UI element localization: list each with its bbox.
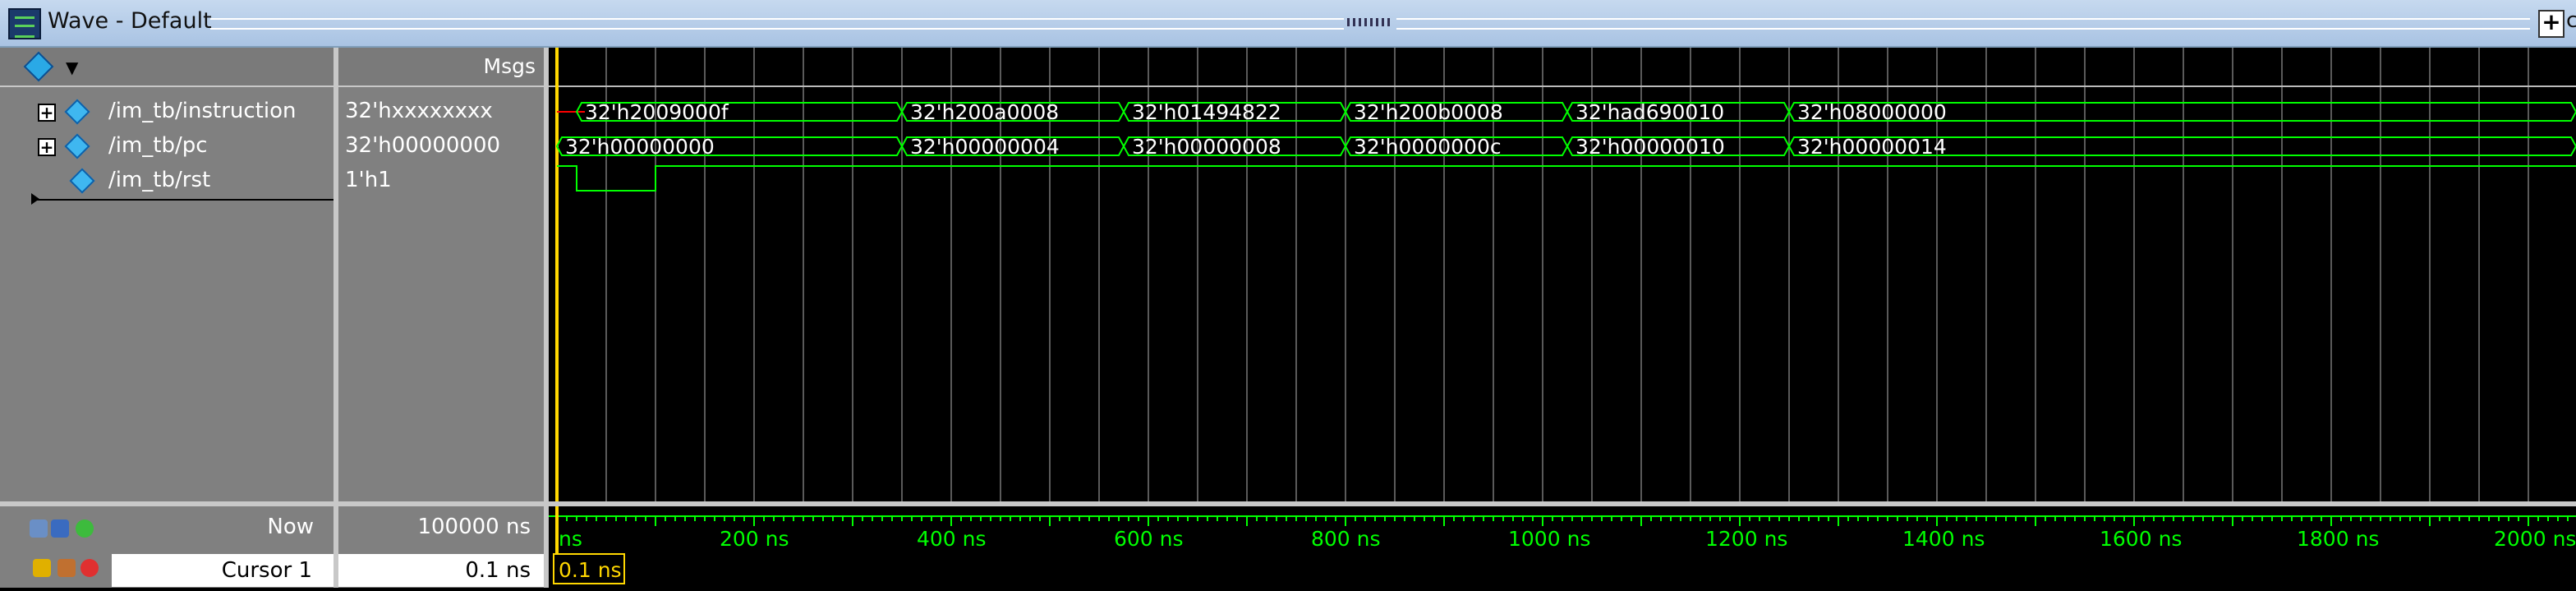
- plus-icon[interactable]: [76, 519, 94, 538]
- instruction-wave: 32'h2009000f 32'h200a0008 32'h01494822 32'h…: [557, 100, 2576, 124]
- signal-diamond-icon: [69, 168, 90, 189]
- ruler-label: 1800 ns: [2297, 527, 2379, 551]
- bus-value-label: 32'h00000010: [1576, 135, 1725, 159]
- now-label: Now: [267, 515, 314, 539]
- waveform-canvas[interactable]: 32'h2009000f 32'h200a0008 32'h01494822 32'h…: [549, 48, 2576, 501]
- expand-icon[interactable]: +: [38, 104, 56, 122]
- dock-handle[interactable]: [1347, 18, 1393, 26]
- row-marker-icon: [31, 193, 39, 205]
- rst-trace: [557, 165, 2576, 192]
- name-pane-header: ▼: [0, 48, 334, 87]
- bus-value-label: 32'h200a0008: [910, 100, 1059, 124]
- bus-value-label: 32'h00000008: [1132, 135, 1281, 159]
- ruler-label: 2000 ns: [2494, 527, 2576, 551]
- ruler-label: 1200 ns: [1705, 527, 1787, 551]
- timeline-pane[interactable]: ns 200 ns 400 ns 600 ns 800 ns 1000 ns 1200 ns…: [549, 506, 2576, 588]
- maximize-icon[interactable]: +: [2538, 10, 2564, 38]
- status-value-pane: 100000 ns 0.1 ns: [338, 506, 544, 588]
- ruler-label: 1400 ns: [1902, 527, 1985, 551]
- chevron-down-icon[interactable]: ▼: [66, 58, 78, 77]
- add-cursor-icon[interactable]: [30, 519, 48, 538]
- signal-row-rst[interactable]: /im_tb/rst: [0, 163, 334, 197]
- time-icon[interactable]: [51, 519, 69, 538]
- signal-name: /im_tb/pc: [108, 133, 208, 158]
- signal-name-pane: ▼ + /im_tb/instruction + /im_tb/pc /im_t…: [0, 48, 334, 501]
- bus-value-label: 32'h08000000: [1797, 100, 1947, 124]
- signal-value[interactable]: 32'hxxxxxxxx: [345, 99, 493, 123]
- ruler-label: ns: [559, 527, 582, 551]
- ruler-label: 600 ns: [1114, 527, 1184, 551]
- ruler-label: 1000 ns: [1508, 527, 1590, 551]
- bus-value-label: 32'h0000000c: [1354, 135, 1502, 159]
- bus-value-label: 32'h00000000: [565, 135, 715, 159]
- lock-icon[interactable]: [33, 559, 51, 577]
- signal-row-instruction[interactable]: + /im_tb/instruction: [0, 94, 334, 128]
- cursor-time-label: 0.1 ns: [559, 558, 622, 582]
- rst-wave: [557, 165, 2576, 192]
- wave-window-icon: [8, 8, 41, 39]
- pc-wave: 32'h00000000 32'h00000004 32'h00000008 32'h…: [555, 135, 2576, 159]
- bus-value-label: 32'h01494822: [1132, 100, 1281, 124]
- signal-diamond-icon: [64, 99, 85, 120]
- cursor-label[interactable]: Cursor 1: [112, 554, 334, 587]
- ruler-label: 200 ns: [720, 527, 789, 551]
- wrench-icon[interactable]: [58, 559, 76, 577]
- window-title-bar[interactable]: Wave - Default + c: [0, 0, 2576, 48]
- bus-value-label: 32'h00000004: [910, 135, 1060, 159]
- signal-name: /im_tb/instruction: [108, 99, 297, 123]
- title-grip-left[interactable]: [210, 18, 1344, 30]
- bus-value-label: 32'h2009000f: [585, 100, 729, 124]
- timeline-ruler[interactable]: ns 200 ns 400 ns 600 ns 800 ns 1000 ns 1200 ns…: [549, 506, 2576, 588]
- now-value: 100000 ns: [417, 515, 531, 539]
- bus-value-label: 32'h00000014: [1797, 135, 1947, 159]
- waveform-pane[interactable]: 32'h2009000f 32'h200a0008 32'h01494822 32'h…: [549, 48, 2576, 501]
- signal-value-pane: Msgs 32'hxxxxxxxx 32'h00000000 1'h1: [338, 48, 544, 501]
- signal-diamond-icon[interactable]: [25, 53, 53, 81]
- title-clipped-text: c: [2566, 8, 2576, 33]
- bus-value-label: 32'had690010: [1576, 100, 1724, 124]
- msgs-header: Msgs: [338, 48, 544, 87]
- msgs-label: Msgs: [483, 54, 536, 78]
- signal-row-pc[interactable]: + /im_tb/pc: [0, 128, 334, 163]
- cursor-value[interactable]: 0.1 ns: [338, 554, 544, 587]
- status-name-pane: Now Cursor 1: [0, 506, 334, 588]
- delete-cursor-icon[interactable]: [80, 559, 99, 577]
- ruler-label: 1600 ns: [2100, 527, 2182, 551]
- expand-icon[interactable]: +: [38, 138, 56, 156]
- signal-diamond-icon: [64, 133, 85, 155]
- title-grip-right[interactable]: [1396, 18, 2530, 30]
- signal-value[interactable]: 1'h1: [345, 168, 392, 192]
- window-title: Wave - Default: [48, 8, 212, 34]
- signal-value[interactable]: 32'h00000000: [345, 133, 500, 158]
- ruler-label: 800 ns: [1311, 527, 1381, 551]
- signal-name: /im_tb/rst: [108, 168, 211, 192]
- ruler-label: 400 ns: [917, 527, 987, 551]
- bus-value-label: 32'h200b0008: [1354, 100, 1503, 124]
